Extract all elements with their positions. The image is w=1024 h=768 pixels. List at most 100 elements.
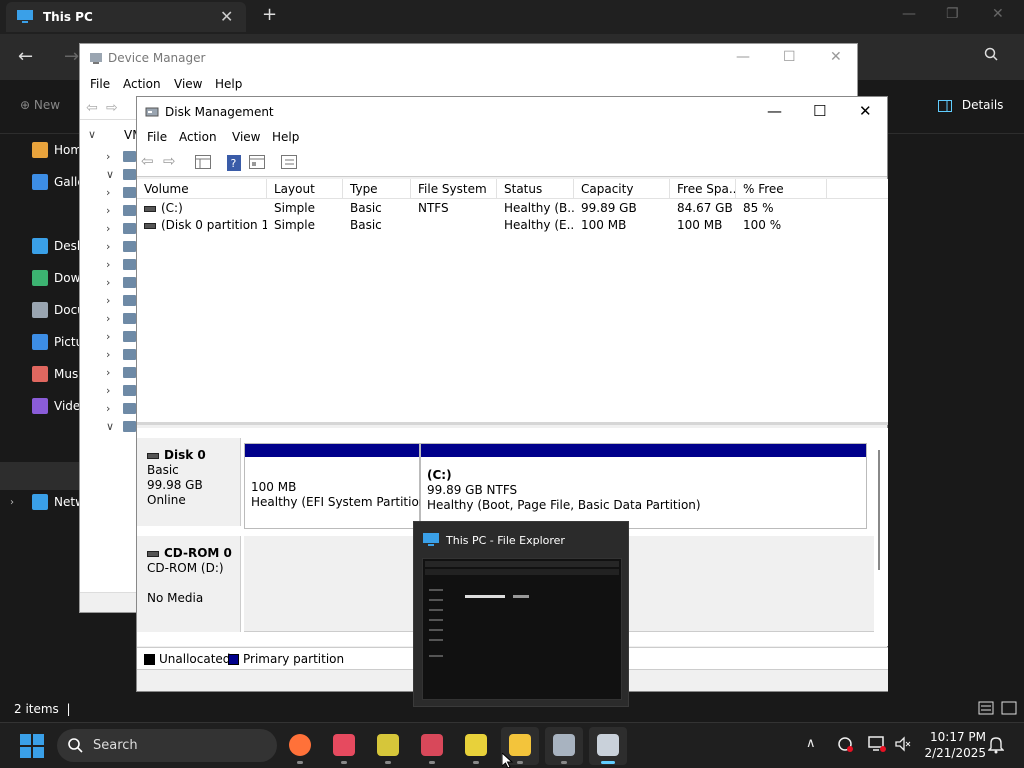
chevron-right-icon[interactable]: › — [106, 294, 110, 307]
device-tree-row[interactable]: › — [80, 382, 138, 400]
chevron-right-icon[interactable]: › — [106, 186, 110, 199]
column-status[interactable]: Status — [497, 179, 574, 199]
device-tree-row[interactable]: › — [80, 184, 138, 202]
tree-root[interactable]: ∨ VM — [80, 126, 138, 144]
new-button[interactable]: ⊕ New — [20, 98, 60, 112]
partition-c[interactable]: (C:) 99.89 GB NTFS Healthy (Boot, Page F… — [420, 443, 867, 529]
show-hidden-icons-chevron-up-icon[interactable]: ∧ — [806, 736, 816, 751]
chevron-right-icon[interactable]: › — [106, 330, 110, 343]
device-tree-row[interactable]: › — [80, 310, 138, 328]
chevron-right-icon[interactable]: › — [106, 204, 110, 217]
forward-arrow-icon[interactable]: ⇨ — [106, 100, 118, 116]
graph-scrollbar[interactable] — [875, 428, 888, 632]
menu-action[interactable]: Action — [179, 130, 217, 144]
table-row[interactable]: (C:) Simple Basic NTFS Healthy (B... 99.89 GB… — [137, 200, 888, 217]
column-free-space[interactable]: Free Spa... — [670, 179, 736, 199]
chevron-right-icon[interactable]: › — [106, 402, 110, 415]
device-tree-row[interactable]: › — [80, 292, 138, 310]
column-percent-free[interactable]: % Free — [736, 179, 827, 199]
clock[interactable]: 10:17 PM 2/21/2025 — [920, 729, 986, 761]
menu-view[interactable]: View — [232, 130, 260, 144]
chevron-right-icon[interactable]: › — [106, 348, 110, 361]
column-capacity[interactable]: Capacity — [574, 179, 670, 199]
back-arrow-icon[interactable]: ⇦ — [86, 100, 98, 116]
device-tree-row[interactable]: › — [80, 364, 138, 382]
device-tree-row[interactable]: › — [80, 202, 138, 220]
properties-icon[interactable] — [249, 155, 265, 172]
taskbar-app-disk-management[interactable] — [589, 727, 627, 765]
taskbar-thumbnail-preview[interactable]: This PC - File Explorer — [413, 521, 629, 707]
disk-0-label[interactable]: Disk 0 Basic 99.98 GB Online — [137, 438, 241, 526]
taskbar-app-yellow-character[interactable] — [369, 727, 407, 765]
nav-item-music[interactable]: Music — [10, 366, 80, 390]
taskbar-app-yellow-bird[interactable] — [457, 727, 495, 765]
explorer-tab[interactable]: This PC ✕ — [6, 2, 246, 32]
nav-item-videos[interactable]: Videos — [10, 398, 80, 422]
menu-file[interactable]: File — [90, 77, 110, 91]
chevron-right-icon[interactable]: › — [106, 366, 110, 379]
nav-item-documents[interactable]: Documents — [10, 302, 80, 326]
chevron-right-icon[interactable]: › — [106, 150, 110, 163]
chevron-right-icon[interactable]: › — [106, 312, 110, 325]
menu-action[interactable]: Action — [123, 77, 161, 91]
settings-list-icon[interactable] — [281, 155, 297, 172]
restore-icon[interactable]: ❐ — [946, 6, 959, 22]
taskbar-app-hello-kitty[interactable] — [325, 727, 363, 765]
show-hide-console-tree-icon[interactable] — [195, 155, 211, 172]
taskbar-app-device-manager[interactable] — [545, 727, 583, 765]
nav-item-network[interactable]: › Network — [10, 494, 80, 518]
close-icon[interactable]: ✕ — [859, 102, 872, 120]
device-tree-row[interactable]: › — [80, 274, 138, 292]
menu-help[interactable]: Help — [272, 130, 299, 144]
nav-item-gallery[interactable]: Gallery — [10, 174, 80, 198]
close-tab-icon[interactable]: ✕ — [220, 7, 233, 26]
close-icon[interactable]: ✕ — [830, 49, 842, 65]
nav-item-desktop[interactable]: Desktop — [10, 238, 80, 262]
forward-arrow-icon[interactable]: ⇨ — [163, 152, 176, 170]
device-tree-row[interactable]: › — [80, 220, 138, 238]
nav-item-downloads[interactable]: Downloads — [10, 270, 80, 294]
view-toggle-icons[interactable] — [978, 700, 1018, 719]
chevron-right-icon[interactable]: › — [106, 222, 110, 235]
chevron-right-icon[interactable]: › — [106, 384, 110, 397]
maximize-icon[interactable]: ☐ — [813, 102, 826, 120]
nav-item-home[interactable]: Home — [10, 142, 80, 166]
chevron-down-icon[interactable]: ∨ — [106, 420, 114, 433]
scrollbar-thumb[interactable] — [878, 450, 880, 570]
menu-view[interactable]: View — [174, 77, 202, 91]
partition-efi[interactable]: 100 MB Healthy (EFI System Partition) — [244, 443, 431, 529]
back-arrow-icon[interactable]: ⇦ — [141, 152, 154, 170]
chevron-right-icon[interactable]: › — [10, 497, 14, 508]
column-file-system[interactable]: File System — [411, 179, 497, 199]
device-tree-row[interactable]: › — [80, 400, 138, 418]
device-tree-row[interactable]: › — [80, 328, 138, 346]
forward-arrow-icon[interactable]: → — [64, 46, 79, 67]
volume-muted-icon[interactable] — [894, 735, 912, 756]
chevron-down-icon[interactable]: ∨ — [106, 168, 114, 181]
table-row[interactable]: (Disk 0 partition 1) Simple Basic Healthy (… — [137, 217, 888, 234]
device-tree-row[interactable]: › — [80, 256, 138, 274]
minimize-icon[interactable]: — — [767, 102, 782, 120]
column-volume[interactable]: Volume — [137, 179, 267, 199]
menu-help[interactable]: Help — [215, 77, 242, 91]
chevron-right-icon[interactable]: › — [106, 258, 110, 271]
device-tree-row[interactable]: › — [80, 148, 138, 166]
column-type[interactable]: Type — [343, 179, 411, 199]
close-icon[interactable]: ✕ — [992, 6, 1004, 22]
device-tree-row[interactable]: ∨ — [80, 166, 138, 184]
chevron-right-icon[interactable]: › — [106, 240, 110, 253]
column-layout[interactable]: Layout — [267, 179, 343, 199]
taskbar-search-box[interactable]: Search — [57, 729, 277, 762]
details-button[interactable]: Details — [938, 98, 1003, 112]
minimize-icon[interactable]: — — [736, 49, 750, 65]
chevron-right-icon[interactable]: › — [106, 276, 110, 289]
new-tab-button[interactable]: + — [262, 4, 277, 25]
start-windows-icon[interactable] — [20, 734, 44, 761]
taskbar-app-firefox[interactable] — [281, 727, 319, 765]
help-icon[interactable]: ? — [227, 155, 241, 174]
maximize-icon[interactable]: ☐ — [783, 49, 796, 65]
back-arrow-icon[interactable]: ← — [18, 46, 33, 67]
menu-file[interactable]: File — [147, 130, 167, 144]
minimize-icon[interactable]: — — [902, 6, 916, 22]
device-tree-row[interactable]: › — [80, 238, 138, 256]
